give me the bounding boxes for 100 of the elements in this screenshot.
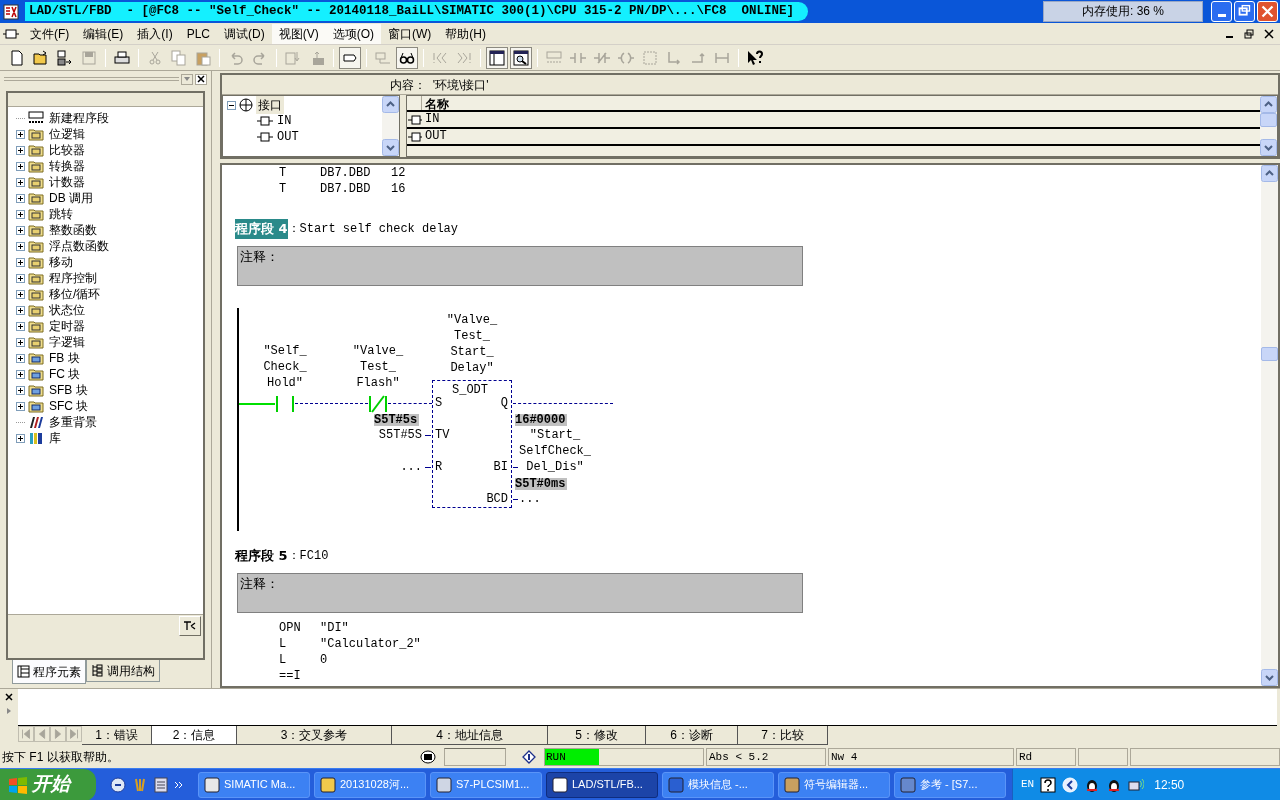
scroll-up-icon[interactable] <box>1261 165 1278 182</box>
taskbar-button[interactable]: 模块信息 -... <box>662 771 774 798</box>
calculator-icon[interactable] <box>154 776 168 793</box>
tree-item[interactable]: IN <box>277 112 292 130</box>
tree-item[interactable]: 浮点数函数 <box>49 239 109 253</box>
tree-item[interactable]: 移动 <box>49 255 73 269</box>
comment-field[interactable]: 注释： <box>237 246 803 286</box>
tree-item[interactable]: 接口 <box>256 96 284 114</box>
network-status-icon[interactable] <box>1128 776 1145 793</box>
tree-item[interactable]: 程序控制 <box>49 271 97 285</box>
scroll-thumb[interactable] <box>1260 113 1277 127</box>
comment-field[interactable]: 注释： <box>237 573 803 613</box>
expand-icon[interactable] <box>16 289 25 299</box>
menu-item[interactable]: 插入(I) <box>130 23 180 44</box>
output-tab[interactable]: 7：比较 <box>738 726 828 745</box>
collapse-icon[interactable] <box>227 100 236 110</box>
expand-icon[interactable] <box>16 369 25 379</box>
tree-item[interactable]: FB 块 <box>49 351 80 365</box>
tree-item[interactable]: 定时器 <box>49 319 85 333</box>
window-icon[interactable] <box>3 26 19 41</box>
output-tab[interactable]: 5：修改 <box>548 726 646 745</box>
scrollbar[interactable] <box>382 96 399 156</box>
menu-item[interactable]: 编辑(E) <box>76 23 131 44</box>
menu-item[interactable]: 调试(D) <box>217 23 272 44</box>
close-button[interactable] <box>3 691 15 703</box>
browser-icon[interactable] <box>110 776 126 793</box>
expand-icon[interactable] <box>16 161 25 171</box>
tree-item[interactable]: 多重背景 <box>49 415 97 429</box>
more-icon[interactable] <box>174 779 184 790</box>
expand-icon[interactable] <box>16 273 25 283</box>
tree-item[interactable]: 跳转 <box>49 207 73 221</box>
tree-item[interactable]: 字逻辑 <box>49 335 85 349</box>
expand-icon[interactable] <box>16 321 25 331</box>
column-header[interactable]: 名称 <box>422 96 1260 110</box>
expand-icon[interactable] <box>16 241 25 251</box>
language-indicator[interactable]: EN <box>1021 776 1035 793</box>
tree-item[interactable]: 计数器 <box>49 175 85 189</box>
output-tab[interactable]: 3：交叉参考 <box>237 726 392 745</box>
scroll-up-icon[interactable] <box>382 96 399 113</box>
panel-button[interactable] <box>486 46 508 69</box>
scroll-down-icon[interactable] <box>382 139 399 156</box>
scrollbar[interactable] <box>1261 165 1278 686</box>
expand-icon[interactable] <box>16 193 25 203</box>
output-tab[interactable]: 1：错误 <box>82 726 152 745</box>
tree-item[interactable]: 转换器 <box>49 159 85 173</box>
scroll-up-icon[interactable] <box>1260 96 1277 113</box>
panel-tab[interactable]: 程序元素 <box>12 660 86 684</box>
magnifier-window-button[interactable] <box>510 46 532 69</box>
timer-box[interactable] <box>432 380 512 508</box>
glasses-button[interactable] <box>396 46 418 69</box>
scrollbar[interactable] <box>1260 96 1277 156</box>
taskbar-button[interactable]: 参考 - [S7... <box>894 771 1006 798</box>
expand-icon[interactable] <box>16 353 25 363</box>
tree-item[interactable]: SFB 块 <box>49 383 88 397</box>
tree-item[interactable]: 比较器 <box>49 143 85 157</box>
scroll-down-icon[interactable] <box>1261 669 1278 686</box>
pin-button[interactable] <box>179 616 201 636</box>
output-tab[interactable]: 4：地址信息 <box>392 726 548 745</box>
network-label[interactable]: 程序段 5 <box>235 546 288 566</box>
menu-item[interactable]: 视图(V) <box>271 23 326 44</box>
tree-item[interactable]: DB 调用 <box>49 191 93 205</box>
menu-item[interactable]: PLC <box>179 23 217 44</box>
expand-icon[interactable] <box>16 433 25 443</box>
taskbar-button[interactable]: S7-PLCSIM1... <box>430 771 542 798</box>
expand-icon[interactable] <box>16 145 25 155</box>
panel-tab[interactable]: 调用结构 <box>86 660 160 682</box>
expand-icon[interactable] <box>16 305 25 315</box>
expand-icon[interactable] <box>16 257 25 267</box>
help-icon[interactable] <box>1040 776 1057 793</box>
label-button[interactable] <box>339 46 361 69</box>
scroll-down-icon[interactable] <box>1260 139 1277 156</box>
menu-item[interactable]: 选项(O) <box>325 23 381 44</box>
expand-icon[interactable] <box>16 385 25 395</box>
start-button[interactable]: 开始 <box>0 768 96 800</box>
tree-item[interactable]: 状态位 <box>49 303 85 317</box>
taskbar-button[interactable]: LAD/STL/FB... <box>546 771 658 798</box>
tree-item[interactable]: 库 <box>49 431 61 445</box>
close-button[interactable] <box>195 73 207 85</box>
tree-item[interactable]: 移位/循环 <box>49 287 101 301</box>
output-tab[interactable]: 2：信息 <box>152 726 237 745</box>
app-icon[interactable] <box>3 3 19 20</box>
chevron-left-icon[interactable] <box>1062 776 1079 793</box>
taskbar-button[interactable]: 20131028河... <box>314 771 426 798</box>
expand-icon[interactable] <box>16 209 25 219</box>
tree-item[interactable]: SFC 块 <box>49 399 89 413</box>
expand-icon[interactable] <box>16 225 25 235</box>
output-tab[interactable]: 6：诊断 <box>646 726 738 745</box>
menu-item[interactable]: 帮助(H) <box>438 23 493 44</box>
taskbar-button[interactable]: SIMATIC Ma... <box>198 771 310 798</box>
menu-item[interactable]: 文件(F) <box>23 23 77 44</box>
network-label[interactable]: 程序段 4 <box>235 219 288 239</box>
taskbar-button[interactable]: 符号编辑器... <box>778 771 890 798</box>
expand-icon[interactable] <box>16 177 25 187</box>
tree-item[interactable]: FC 块 <box>49 367 81 381</box>
restore-button[interactable] <box>1234 1 1255 22</box>
tree-item[interactable]: 位逻辑 <box>49 127 85 141</box>
tree-item[interactable]: OUT <box>277 128 299 146</box>
expand-icon[interactable] <box>16 129 25 139</box>
tree-item[interactable]: 新建程序段 <box>49 111 109 125</box>
menu-item[interactable]: 窗口(W) <box>381 23 439 44</box>
